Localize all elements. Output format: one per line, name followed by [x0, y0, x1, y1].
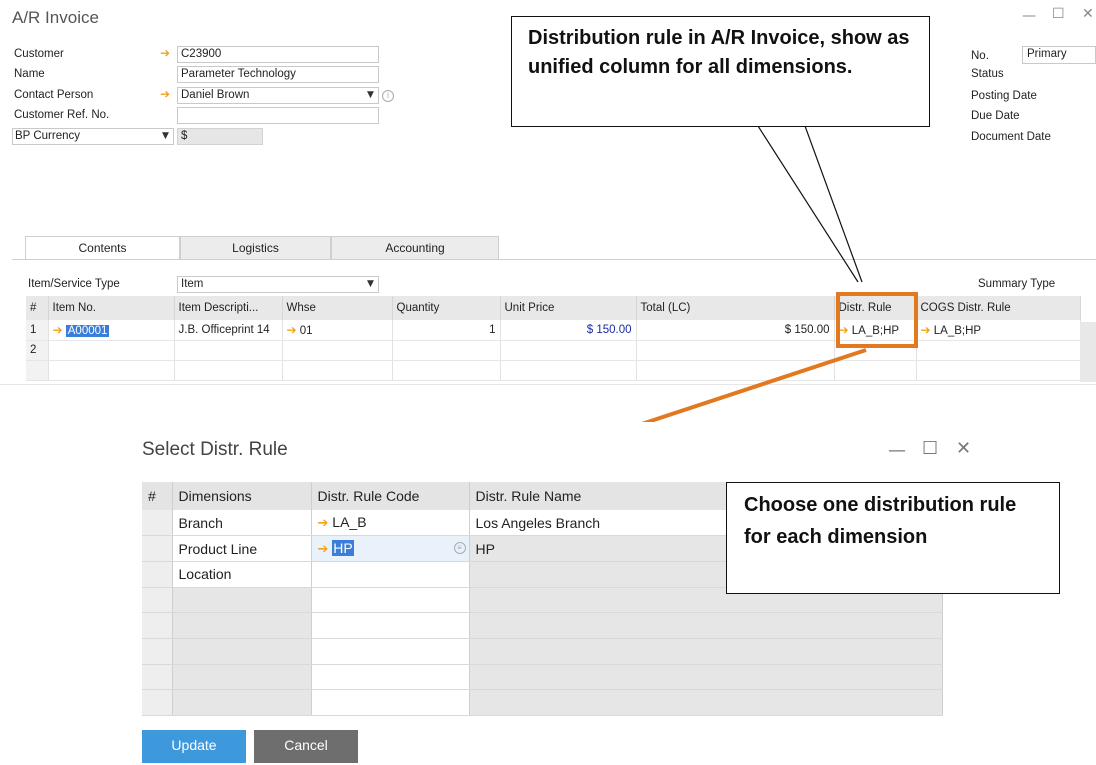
callout-pointer-line: [757, 125, 859, 283]
callout-pointer-line: [804, 125, 863, 283]
link-arrow-icon[interactable]: ➔: [318, 516, 329, 531]
rule-code-cell[interactable]: ➔ LA_B: [311, 510, 470, 537]
empty-cell: [172, 612, 312, 639]
row-number: [142, 689, 173, 716]
dimension-cell: Branch: [172, 510, 312, 537]
dimension-cell: Location: [172, 561, 312, 588]
table-row: [142, 638, 943, 665]
column-header[interactable]: #: [142, 482, 173, 510]
row-number: [142, 638, 173, 665]
column-header[interactable]: Distr. Rule Code: [311, 482, 470, 510]
row-number: [142, 587, 173, 614]
row-number: [142, 612, 173, 639]
update-button[interactable]: Update: [142, 730, 246, 763]
empty-cell: [172, 638, 312, 665]
minimize-icon[interactable]: —: [888, 440, 906, 461]
rule-code-cell[interactable]: [311, 561, 470, 588]
row-number: [142, 561, 173, 588]
empty-cell: [311, 587, 470, 614]
cancel-button[interactable]: Cancel: [254, 730, 358, 763]
close-icon[interactable]: ✕: [956, 438, 971, 459]
rule-code-value: LA_B: [332, 514, 367, 531]
empty-cell: [469, 612, 943, 639]
dimension-cell: Product Line: [172, 535, 312, 562]
empty-cell: [311, 664, 470, 691]
empty-cell: [172, 689, 312, 716]
empty-cell: [311, 612, 470, 639]
lookup-icon[interactable]: ≡: [453, 542, 466, 555]
empty-cell: [172, 587, 312, 614]
table-row: [142, 612, 943, 639]
rule-code-value: HP: [332, 540, 354, 557]
maximize-icon[interactable]: ☐: [922, 438, 938, 459]
link-arrow-icon[interactable]: ➔: [318, 542, 329, 557]
table-row: [142, 664, 943, 691]
table-row: [142, 689, 943, 716]
top-callout: Distribution rule in A/R Invoice, show a…: [511, 16, 930, 127]
empty-cell: [469, 638, 943, 665]
empty-cell: [469, 664, 943, 691]
row-number: [142, 664, 173, 691]
dialog-title: Select Distr. Rule: [142, 439, 288, 460]
column-header[interactable]: Dimensions: [172, 482, 312, 510]
bottom-callout: Choose one distribution rule for each di…: [726, 482, 1060, 594]
row-number: [142, 510, 173, 537]
row-number: [142, 535, 173, 562]
empty-cell: [311, 689, 470, 716]
rule-code-cell[interactable]: ➔ HP ≡: [311, 535, 470, 562]
empty-cell: [172, 664, 312, 691]
empty-cell: [311, 638, 470, 665]
empty-cell: [469, 689, 943, 716]
